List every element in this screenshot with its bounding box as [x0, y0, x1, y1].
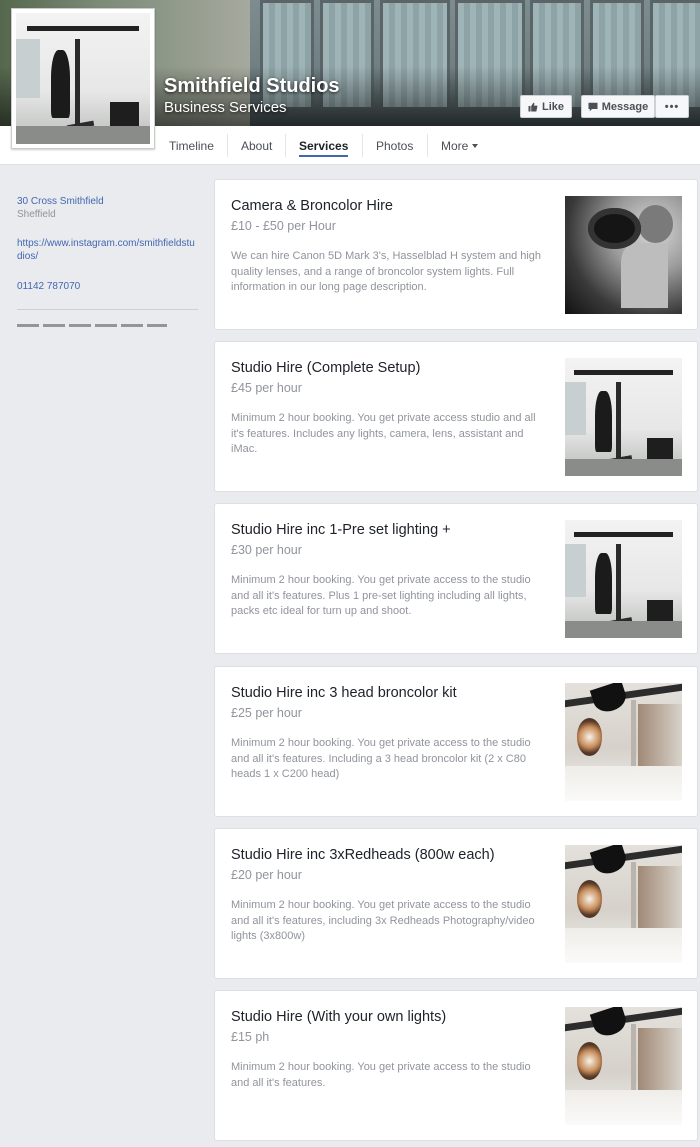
service-image[interactable] [565, 358, 682, 476]
website-link-cont[interactable]: dios/ [17, 250, 199, 263]
service-image[interactable] [565, 1007, 682, 1125]
service-card[interactable]: Studio Hire inc 3xRedheads (800w each) £… [214, 828, 698, 979]
service-description: Minimum 2 hour booking. You get private … [231, 899, 535, 942]
service-title[interactable]: Studio Hire inc 3 head broncolor kit [231, 685, 457, 701]
service-price: £10 - £50 per Hour [231, 219, 336, 233]
phone-link[interactable]: 01142 787070 [17, 280, 199, 293]
service-image[interactable] [565, 520, 682, 638]
tab-separator [427, 134, 428, 157]
service-card[interactable]: Studio Hire inc 1-Pre set lighting + £30… [214, 503, 698, 654]
service-title[interactable]: Camera & Broncolor Hire [231, 198, 393, 214]
page-title[interactable]: Smithfield Studios [164, 75, 340, 98]
service-description: Minimum 2 hour booking. You get private … [231, 574, 531, 617]
more-options-button[interactable]: ••• [655, 95, 689, 118]
tab-more[interactable]: More [441, 126, 479, 165]
like-label: Like [541, 100, 564, 113]
tab-timeline[interactable]: Timeline [169, 126, 214, 165]
service-description: We can hire Canon 5D Mark 3's, Hasselbla… [231, 250, 542, 293]
service-image[interactable] [565, 845, 682, 963]
service-price: £20 per hour [231, 868, 302, 882]
website-link[interactable]: https://www.instagram.com/smithfieldstu [17, 237, 199, 250]
sidebar-cut-text [17, 324, 167, 327]
thumbs-up-icon [528, 102, 538, 111]
service-description: Minimum 2 hour booking. You get private … [231, 1061, 531, 1089]
caret-down-icon [472, 144, 479, 148]
address-link[interactable]: 30 Cross Smithfield [17, 195, 199, 208]
profile-picture[interactable] [11, 8, 155, 149]
service-title[interactable]: Studio Hire inc 3xRedheads (800w each) [231, 847, 495, 863]
service-price: £15 ph [231, 1030, 270, 1044]
service-image[interactable] [565, 196, 682, 314]
message-label: Message [601, 100, 649, 113]
service-card[interactable]: Camera & Broncolor Hire £10 - £50 per Ho… [214, 179, 698, 330]
tab-photos[interactable]: Photos [376, 126, 413, 165]
service-price: £25 per hour [231, 706, 302, 720]
like-button[interactable]: Like [520, 95, 572, 118]
page-category[interactable]: Business Services [164, 99, 287, 116]
address-city: Sheffield [17, 209, 56, 220]
service-price: £30 per hour [231, 543, 302, 557]
service-title[interactable]: Studio Hire inc 1-Pre set lighting + [231, 522, 451, 538]
tab-services[interactable]: Services [299, 126, 349, 165]
tab-about[interactable]: About [241, 126, 272, 165]
service-card[interactable]: Studio Hire (With your own lights) £15 p… [214, 990, 698, 1141]
tab-separator [227, 134, 228, 157]
sidebar-info: 30 Cross Smithfield Sheffield https://ww… [17, 195, 199, 327]
message-button[interactable]: Message [581, 95, 655, 118]
sidebar-divider [17, 309, 198, 310]
service-image[interactable] [565, 683, 682, 801]
message-icon [588, 102, 598, 111]
ellipsis-icon: ••• [664, 100, 680, 113]
service-title[interactable]: Studio Hire (Complete Setup) [231, 360, 420, 376]
service-card[interactable]: Studio Hire (Complete Setup) £45 per hou… [214, 341, 698, 492]
tab-separator [362, 134, 363, 157]
service-title[interactable]: Studio Hire (With your own lights) [231, 1009, 446, 1025]
service-description: Minimum 2 hour booking. You get private … [231, 412, 536, 455]
service-card[interactable]: Studio Hire inc 3 head broncolor kit £25… [214, 666, 698, 817]
tab-separator [285, 134, 286, 157]
service-price: £45 per hour [231, 381, 302, 395]
service-description: Minimum 2 hour booking. You get private … [231, 737, 531, 780]
